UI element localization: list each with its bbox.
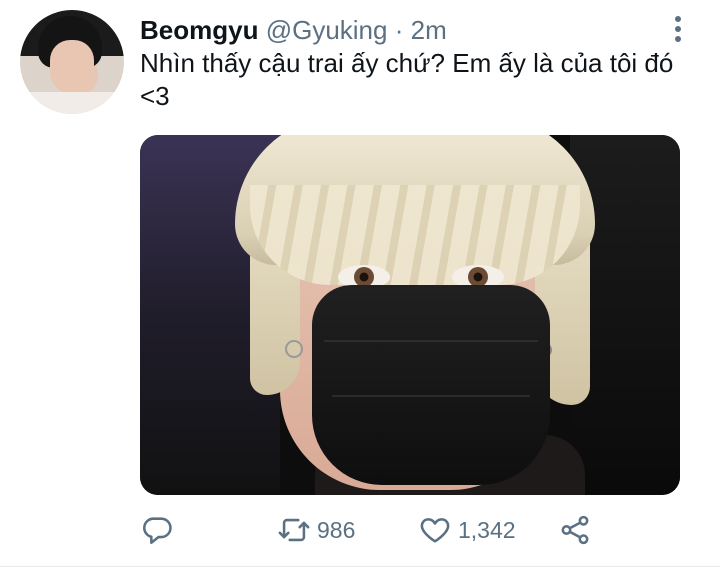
tweet-actions: 986 1,342 — [140, 510, 700, 550]
avatar[interactable] — [20, 10, 124, 114]
separator-dot: · — [394, 15, 404, 45]
tweet-image[interactable] — [140, 135, 680, 495]
tweet-header: Beomgyu @Gyuking · 2m — [140, 14, 447, 46]
image-fringe — [250, 185, 580, 285]
more-options-icon[interactable] — [670, 14, 686, 44]
share-button[interactable] — [558, 510, 592, 550]
like-count: 1,342 — [458, 516, 516, 543]
retweet-icon — [278, 518, 310, 542]
tweet-text: Nhìn thấy cậu trai ấy chứ? Em ấy là của … — [140, 48, 674, 111]
avatar-shirt — [20, 92, 124, 114]
author-handle[interactable]: @Gyuking — [266, 15, 388, 45]
tweet[interactable]: Beomgyu @Gyuking · 2m Nhìn thấy cậu trai… — [0, 0, 720, 575]
heart-icon — [420, 518, 450, 543]
reply-button[interactable] — [140, 510, 174, 550]
retweet-count: 986 — [317, 516, 356, 543]
author-name[interactable]: Beomgyu — [140, 15, 258, 45]
like-button[interactable]: 1,342 — [418, 510, 516, 550]
avatar-face — [50, 40, 94, 94]
retweet-button[interactable]: 986 — [277, 510, 355, 550]
tweet-time[interactable]: 2m — [411, 15, 447, 45]
image-face-mask — [312, 285, 550, 485]
reply-icon — [143, 517, 172, 545]
share-icon — [561, 515, 589, 545]
image-earring-left — [285, 340, 303, 358]
divider — [0, 566, 720, 567]
